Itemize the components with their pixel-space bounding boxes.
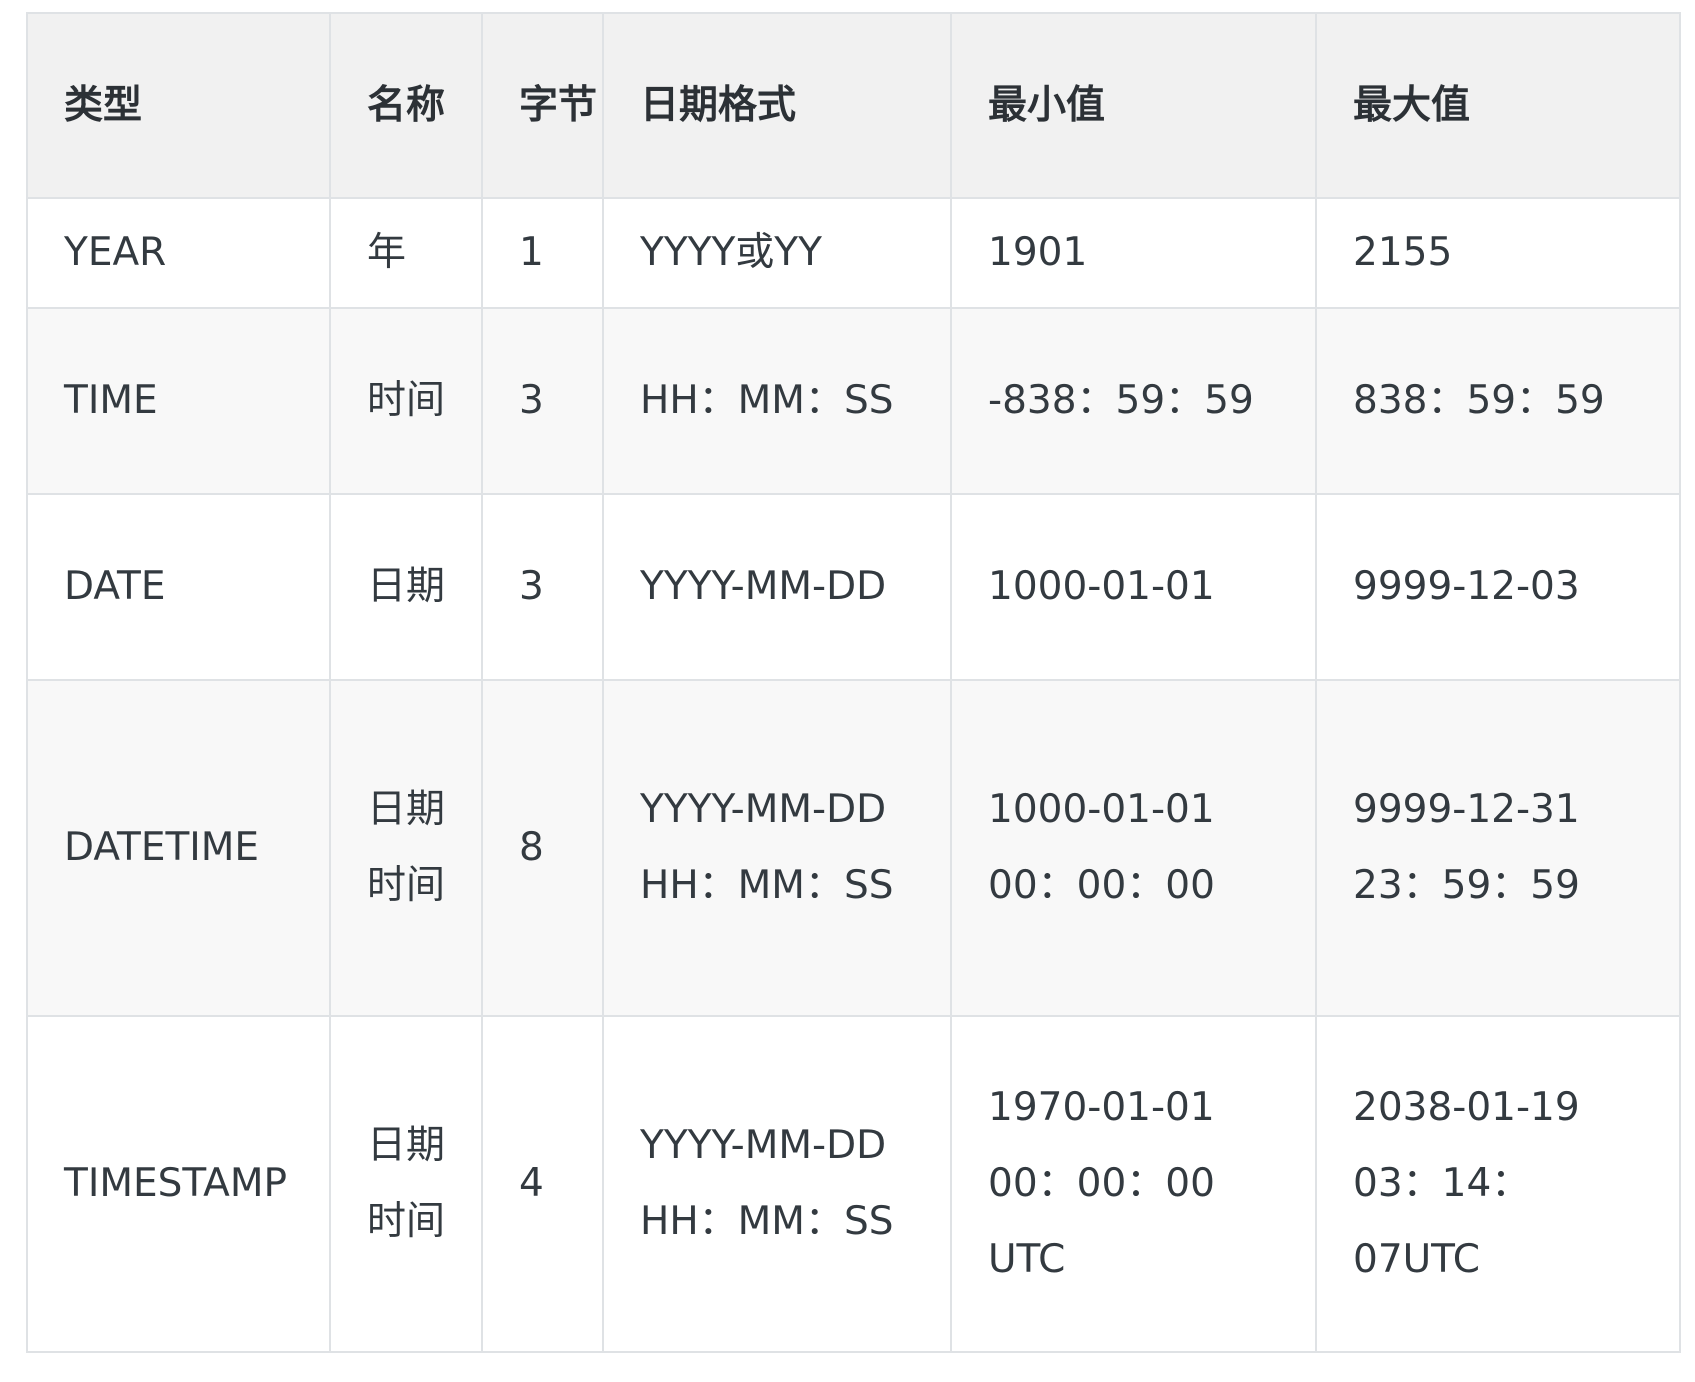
min-line: 1970-01-01 xyxy=(988,1085,1215,1130)
table-row: YEAR 年 1 YYYY或YY 1901 2155 xyxy=(26,197,1681,309)
max-cell: 9999-12-03 xyxy=(1315,493,1681,681)
min-line: 1000-01-01 xyxy=(988,564,1215,609)
max-cell: 9999-12-31 23：59：59 xyxy=(1315,679,1681,1017)
max-line: 838：59：59 xyxy=(1353,378,1605,423)
bytes-cell: 3 xyxy=(481,307,604,495)
max-line: 9999-12-03 xyxy=(1353,564,1580,609)
format-line: YYYY-MM-DD xyxy=(640,564,887,609)
bytes-cell: 3 xyxy=(481,493,604,681)
min-line: UTC xyxy=(988,1237,1066,1282)
type-cell: DATE xyxy=(26,493,331,681)
format-cell: YYYY或YY xyxy=(602,197,952,309)
max-line: 23：59：59 xyxy=(1353,863,1580,908)
min-line: 1901 xyxy=(988,230,1088,275)
type-cell: YEAR xyxy=(26,197,331,309)
max-cell: 2038-01-19 03：14： 07UTC xyxy=(1315,1015,1681,1353)
format-cell: YYYY-MM-DD HH：MM：SS xyxy=(602,1015,952,1353)
format-line: YYYY-MM-DD xyxy=(640,1123,887,1168)
name-cell: 日期时间 xyxy=(329,1015,483,1353)
header-format: 日期格式 xyxy=(602,12,952,199)
type-cell: TIMESTAMP xyxy=(26,1015,331,1353)
name-cell: 日期时间 xyxy=(329,679,483,1017)
max-cell: 838：59：59 xyxy=(1315,307,1681,495)
header-max: 最大值 xyxy=(1315,12,1681,199)
format-cell: YYYY-MM-DD HH：MM：SS xyxy=(602,679,952,1017)
max-line: 2155 xyxy=(1353,230,1453,275)
min-line: 00：00：00 xyxy=(988,863,1215,908)
header-bytes: 字节 xyxy=(481,12,604,199)
name-cell: 年 xyxy=(329,197,483,309)
header-min: 最小值 xyxy=(950,12,1317,199)
min-line: 00：00：00 xyxy=(988,1161,1215,1206)
min-cell: 1000-01-01 xyxy=(950,493,1317,681)
format-cell: YYYY-MM-DD xyxy=(602,493,952,681)
header-name: 名称 xyxy=(329,12,483,199)
min-cell: -838：59：59 xyxy=(950,307,1317,495)
table-row: DATETIME 日期时间 8 YYYY-MM-DD HH：MM：SS 1000… xyxy=(26,679,1681,1017)
min-line: -838：59：59 xyxy=(988,378,1254,423)
bytes-cell: 4 xyxy=(481,1015,604,1353)
format-line: YYYY-MM-DD xyxy=(640,787,887,832)
bytes-cell: 8 xyxy=(481,679,604,1017)
type-cell: DATETIME xyxy=(26,679,331,1017)
format-line: HH：MM：SS xyxy=(640,1199,894,1244)
table-row: DATE 日期 3 YYYY-MM-DD 1000-01-01 9999-12-… xyxy=(26,493,1681,681)
max-cell: 2155 xyxy=(1315,197,1681,309)
max-line: 2038-01-19 xyxy=(1353,1085,1580,1130)
min-line: 1000-01-01 xyxy=(988,787,1215,832)
max-line: 03：14： xyxy=(1353,1161,1531,1206)
format-line: HH：MM：SS xyxy=(640,863,894,908)
name-cell: 时间 xyxy=(329,307,483,495)
bytes-cell: 1 xyxy=(481,197,604,309)
format-cell: HH：MM：SS xyxy=(602,307,952,495)
table-row: TIME 时间 3 HH：MM：SS -838：59：59 838：59：59 xyxy=(26,307,1681,495)
name-cell: 日期 xyxy=(329,493,483,681)
header-type: 类型 xyxy=(26,12,331,199)
max-line: 07UTC xyxy=(1353,1237,1480,1282)
table-row: TIMESTAMP 日期时间 4 YYYY-MM-DD HH：MM：SS 197… xyxy=(26,1015,1681,1353)
min-cell: 1970-01-01 00：00：00 UTC xyxy=(950,1015,1317,1353)
min-cell: 1000-01-01 00：00：00 xyxy=(950,679,1317,1017)
format-line: YYYY或YY xyxy=(640,230,822,275)
max-line: 9999-12-31 xyxy=(1353,787,1580,832)
type-cell: TIME xyxy=(26,307,331,495)
format-line: HH：MM：SS xyxy=(640,378,894,423)
min-cell: 1901 xyxy=(950,197,1317,309)
date-time-types-table: 类型 名称 字节 日期格式 最小值 最大值 YEAR 年 1 YYYY或YY 1… xyxy=(26,12,1681,1353)
header-row: 类型 名称 字节 日期格式 最小值 最大值 xyxy=(26,12,1681,199)
